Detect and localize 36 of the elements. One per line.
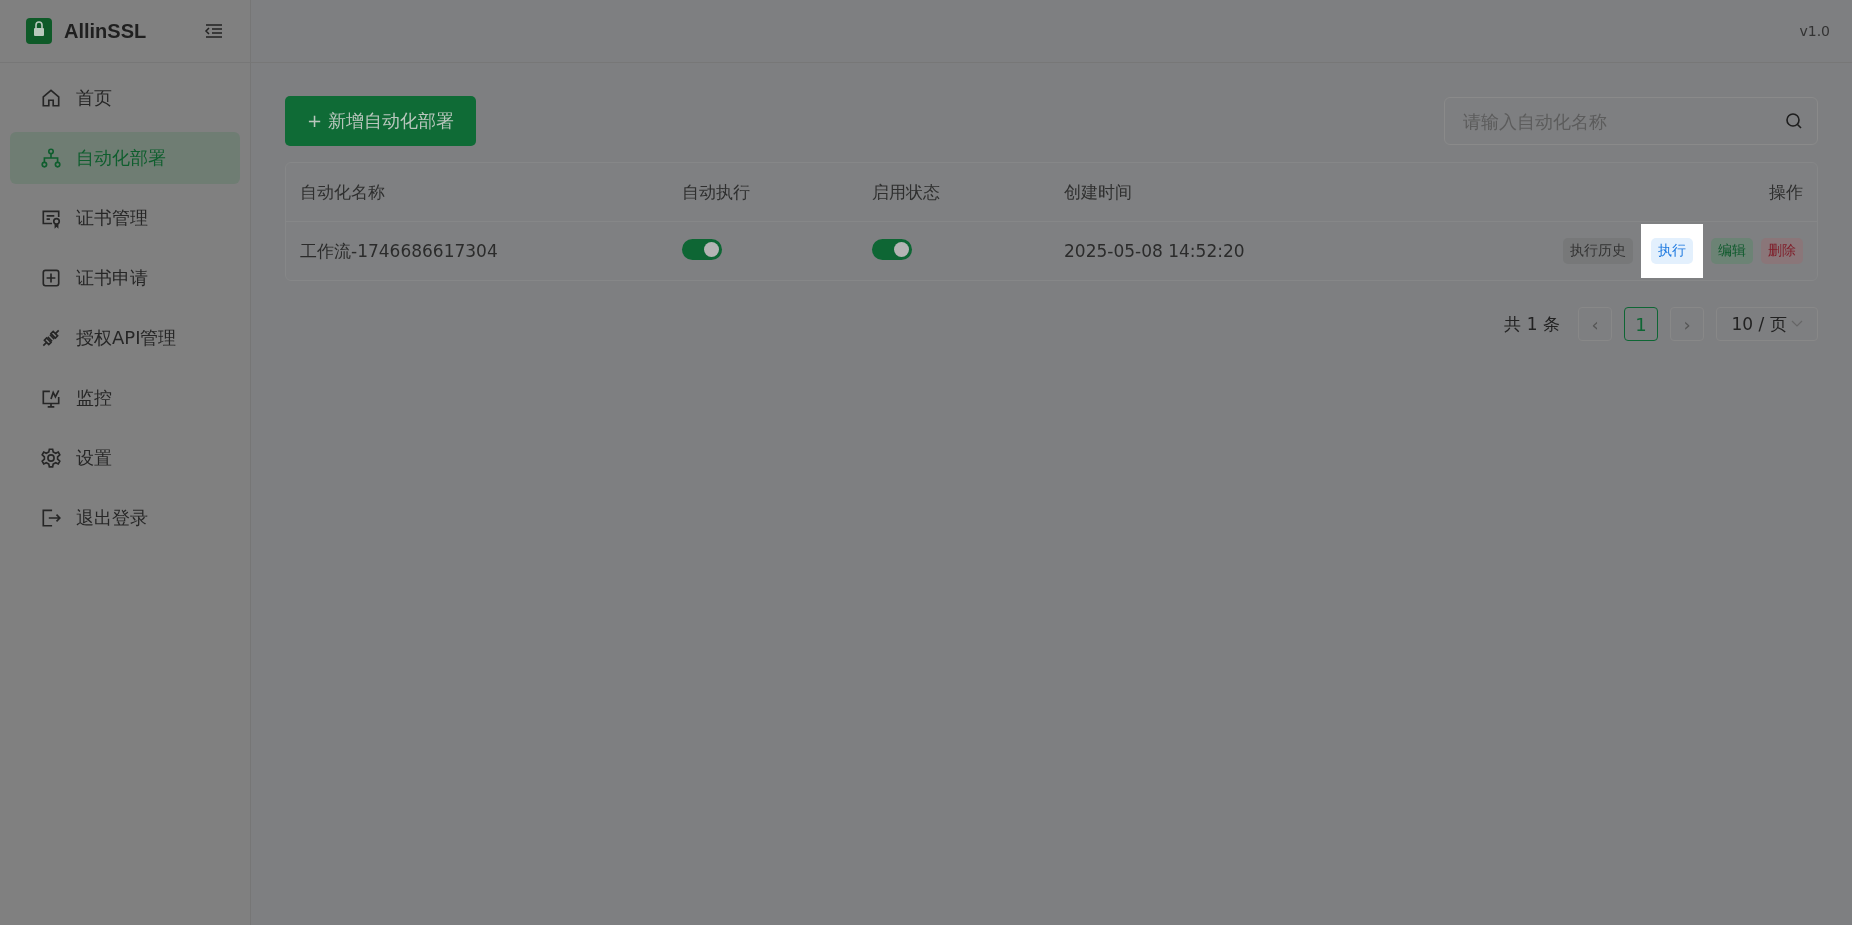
sidebar-item[interactable]: 证书管理: [10, 192, 240, 244]
chevron-down-icon: [1790, 320, 1803, 328]
column-header: 启用状态: [872, 180, 941, 204]
logout-icon: [40, 507, 62, 529]
action-button[interactable]: 执行历史: [1563, 238, 1633, 264]
menu-collapse-icon[interactable]: [204, 23, 224, 39]
action-button[interactable]: 删除: [1761, 238, 1803, 264]
column-header: 自动执行: [682, 180, 751, 204]
add-automation-button[interactable]: + 新增自动化部署: [285, 96, 476, 146]
sidebar-item[interactable]: 设置: [10, 432, 240, 484]
search-icon[interactable]: [1784, 111, 1804, 131]
total-count: 共 1 条: [1504, 312, 1560, 336]
plug-icon: [40, 327, 62, 349]
settings-icon: [40, 447, 62, 469]
toggle-switch[interactable]: [682, 238, 722, 260]
sidebar-item[interactable]: 首页: [10, 72, 240, 124]
column-header: 操作: [1768, 180, 1803, 204]
toggle-switch[interactable]: [872, 238, 912, 260]
plus-square-icon: [40, 267, 62, 289]
logo-icon: [26, 18, 52, 44]
action-button[interactable]: 编辑: [1711, 238, 1753, 264]
sidebar-item[interactable]: 证书申请: [10, 252, 240, 304]
sidebar-item[interactable]: 退出登录: [10, 492, 240, 544]
page-size-select[interactable]: 10 / 页: [1716, 307, 1818, 341]
table-cell-text: 2025-05-08 14:52:20: [1064, 241, 1246, 261]
column-header: 创建时间: [1064, 180, 1133, 204]
home-icon: [40, 87, 62, 109]
version-label: v1.0: [1799, 23, 1830, 39]
sidebar-item[interactable]: 监控: [10, 372, 240, 424]
sidebar-item[interactable]: 授权API管理: [10, 312, 240, 364]
monitor-icon: [40, 387, 62, 409]
table-cell-text: 工作流-1746686617304: [300, 239, 499, 263]
column-header: 自动化名称: [300, 180, 386, 204]
flow-icon: [40, 147, 62, 169]
app-name: AllinSSL: [64, 19, 148, 43]
action-button[interactable]: 执行: [1651, 238, 1693, 264]
